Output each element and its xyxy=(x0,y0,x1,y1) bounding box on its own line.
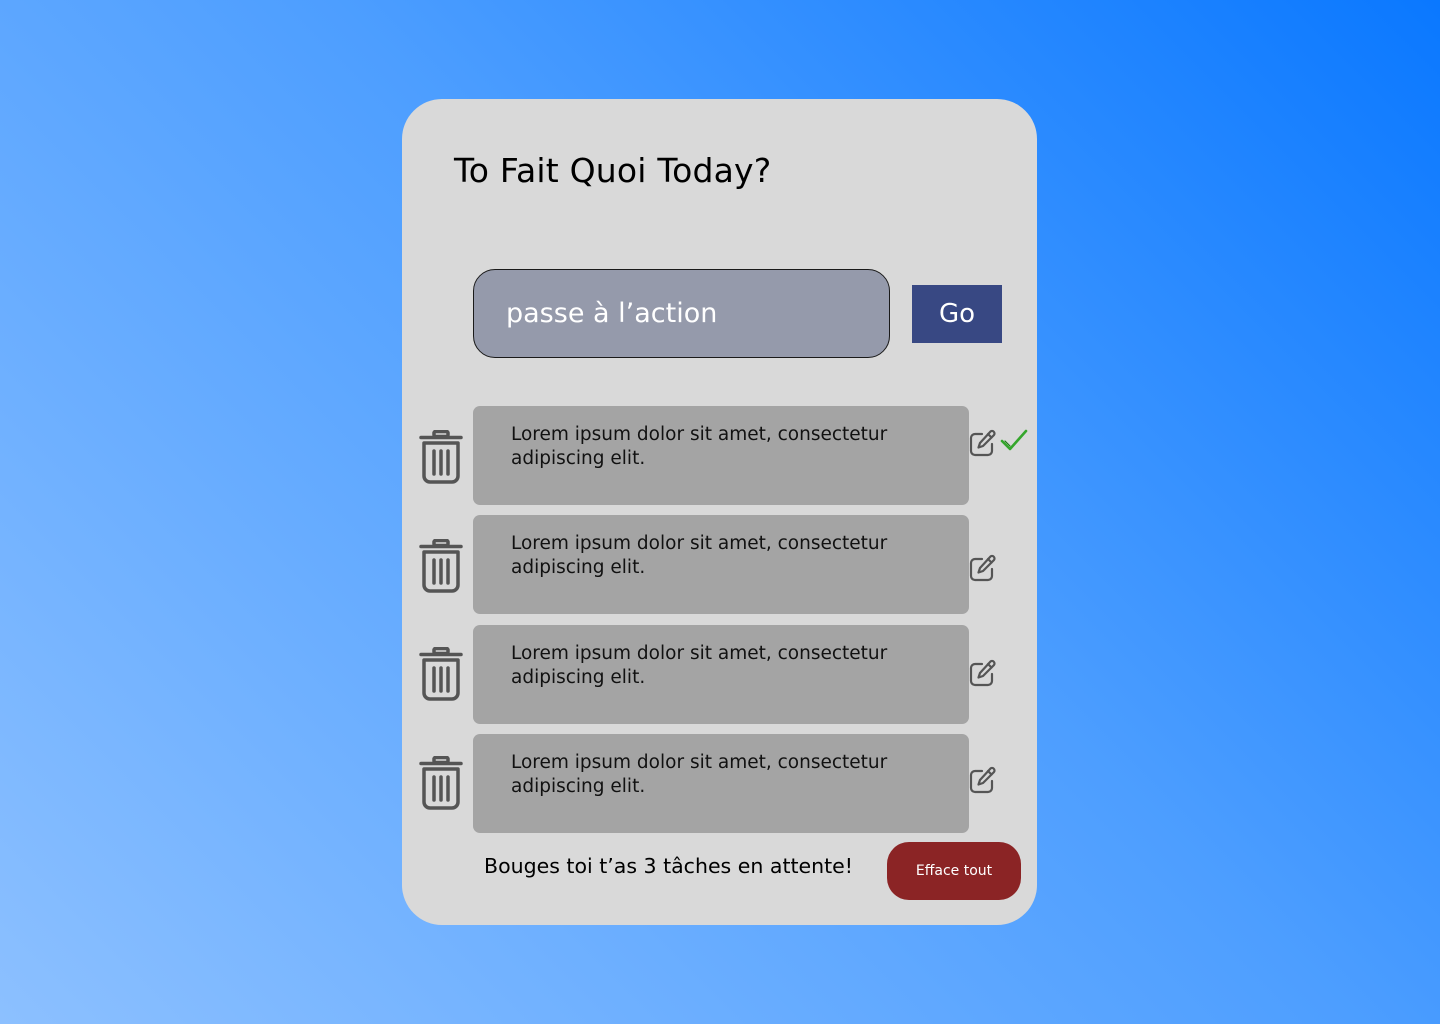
task-row: Lorem ipsum dolor sit amet, consectetur … xyxy=(402,515,1037,614)
go-button[interactable]: Go xyxy=(912,285,1002,343)
new-task-input[interactable] xyxy=(473,269,890,358)
task-item[interactable]: Lorem ipsum dolor sit amet, consectetur … xyxy=(473,406,969,505)
trash-icon[interactable] xyxy=(418,647,464,701)
task-row: Lorem ipsum dolor sit amet, consectetur … xyxy=(402,625,1037,724)
todo-card: To Fait Quoi Today? Go Lorem ipsum dolor… xyxy=(402,99,1037,925)
task-item[interactable]: Lorem ipsum dolor sit amet, consectetur … xyxy=(473,734,969,833)
edit-icon[interactable] xyxy=(968,658,998,688)
task-row: Lorem ipsum dolor sit amet, consectetur … xyxy=(402,406,1037,505)
trash-icon[interactable] xyxy=(418,539,464,593)
trash-icon[interactable] xyxy=(418,756,464,810)
task-text: Lorem ipsum dolor sit amet, consectetur … xyxy=(511,533,888,578)
edit-icon[interactable] xyxy=(968,553,998,583)
edit-icon[interactable] xyxy=(968,765,998,795)
clear-all-button[interactable]: Efface tout xyxy=(887,842,1021,900)
task-text: Lorem ipsum dolor sit amet, consectetur … xyxy=(511,752,888,797)
pending-count-text: Bouges toi t’as 3 tâches en attente! xyxy=(484,854,853,878)
task-text: Lorem ipsum dolor sit amet, consectetur … xyxy=(511,424,888,469)
edit-icon[interactable] xyxy=(968,428,998,458)
app-title: To Fait Quoi Today? xyxy=(454,151,772,190)
task-row: Lorem ipsum dolor sit amet, consectetur … xyxy=(402,734,1037,833)
task-item[interactable]: Lorem ipsum dolor sit amet, consectetur … xyxy=(473,625,969,724)
trash-icon[interactable] xyxy=(418,430,464,484)
task-text: Lorem ipsum dolor sit amet, consectetur … xyxy=(511,643,888,688)
task-item[interactable]: Lorem ipsum dolor sit amet, consectetur … xyxy=(473,515,969,614)
checkmark-icon[interactable] xyxy=(1000,426,1028,454)
